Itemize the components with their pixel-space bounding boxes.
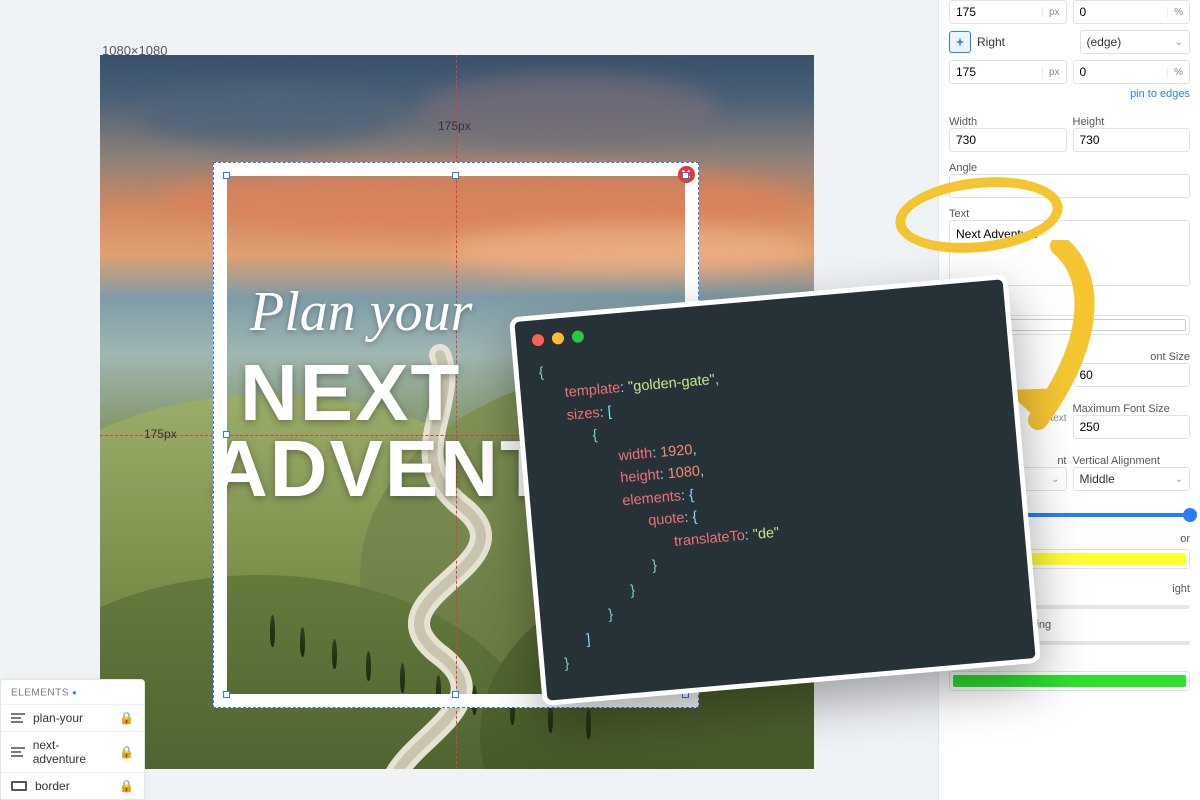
height-label: Height (1073, 116, 1191, 128)
close-dot-icon (532, 334, 545, 347)
guide-dimension-left: 175px (144, 427, 177, 441)
resize-handle-sw[interactable] (223, 691, 230, 698)
pin-icon (955, 37, 965, 47)
top-px-input[interactable]: px (949, 0, 1067, 24)
code-snippet-window: { template: "golden-gate", sizes: [ { wi… (509, 274, 1041, 706)
text-label: Text (949, 208, 1190, 220)
border-layer-icon (11, 781, 27, 791)
layer-label: border (35, 779, 70, 793)
pin-right-label: Right (977, 35, 1074, 49)
minimize-dot-icon (551, 332, 564, 345)
resize-handle-s[interactable] (452, 691, 459, 698)
angle-input[interactable] (949, 174, 1190, 198)
chevron-down-icon: ⌄ (1051, 474, 1059, 485)
font-size-input[interactable] (1073, 363, 1191, 387)
max-font-size-input[interactable] (1073, 415, 1191, 439)
layer-next-adventure[interactable]: next-adventure 🔒 (1, 731, 144, 772)
chevron-down-icon: ⌄ (1175, 474, 1183, 485)
layer-border[interactable]: border 🔒 (1, 772, 144, 799)
chevron-down-icon: ⌄ (1175, 37, 1183, 48)
resize-handle-n[interactable] (452, 172, 459, 179)
height-input[interactable] (1073, 128, 1191, 152)
window-traffic-lights (532, 330, 585, 346)
vertical-align-select[interactable]: Middle⌄ (1073, 467, 1191, 491)
elements-panel[interactable]: ELEMENTS • plan-your 🔒 next-adventure 🔒 … (0, 679, 145, 800)
pin-right-toggle[interactable] (949, 31, 971, 53)
pin-to-edges-link[interactable]: pin to edges (949, 88, 1190, 100)
layer-plan-your[interactable]: plan-your 🔒 (1, 704, 144, 731)
angle-label: Angle (949, 162, 1190, 174)
right-px-input[interactable]: px (949, 60, 1067, 84)
width-input[interactable] (949, 128, 1067, 152)
right-pct-input[interactable]: % (1073, 60, 1191, 84)
lock-icon[interactable]: 🔒 (119, 711, 134, 725)
font-size-label-partial: ont Size (1073, 351, 1191, 363)
guide-dimension-top: 175px (438, 119, 471, 133)
pin-right-edge-select[interactable]: (edge)⌄ (1080, 30, 1191, 54)
zoom-dot-icon (571, 330, 584, 343)
layer-label: plan-your (33, 711, 83, 725)
elements-panel-title: ELEMENTS • (1, 680, 144, 704)
resize-handle-ne[interactable] (682, 172, 689, 179)
width-label: Width (949, 116, 1067, 128)
resize-handle-nw[interactable] (223, 172, 230, 179)
max-font-size-label: Maximum Font Size (1073, 403, 1191, 415)
code-content: { template: "golden-gate", sizes: [ { wi… (538, 323, 1014, 676)
resize-handle-w[interactable] (223, 431, 230, 438)
layer-label: next-adventure (33, 738, 111, 766)
top-pct-input[interactable]: % (1073, 0, 1191, 24)
vertical-alignment-label: Vertical Alignment (1073, 455, 1191, 467)
highlight-color-swatch[interactable] (949, 671, 1190, 691)
text-layer-icon (11, 713, 25, 723)
lock-icon[interactable]: 🔒 (119, 779, 134, 793)
text-layer-icon (11, 747, 25, 757)
lock-icon[interactable]: 🔒 (119, 745, 134, 759)
